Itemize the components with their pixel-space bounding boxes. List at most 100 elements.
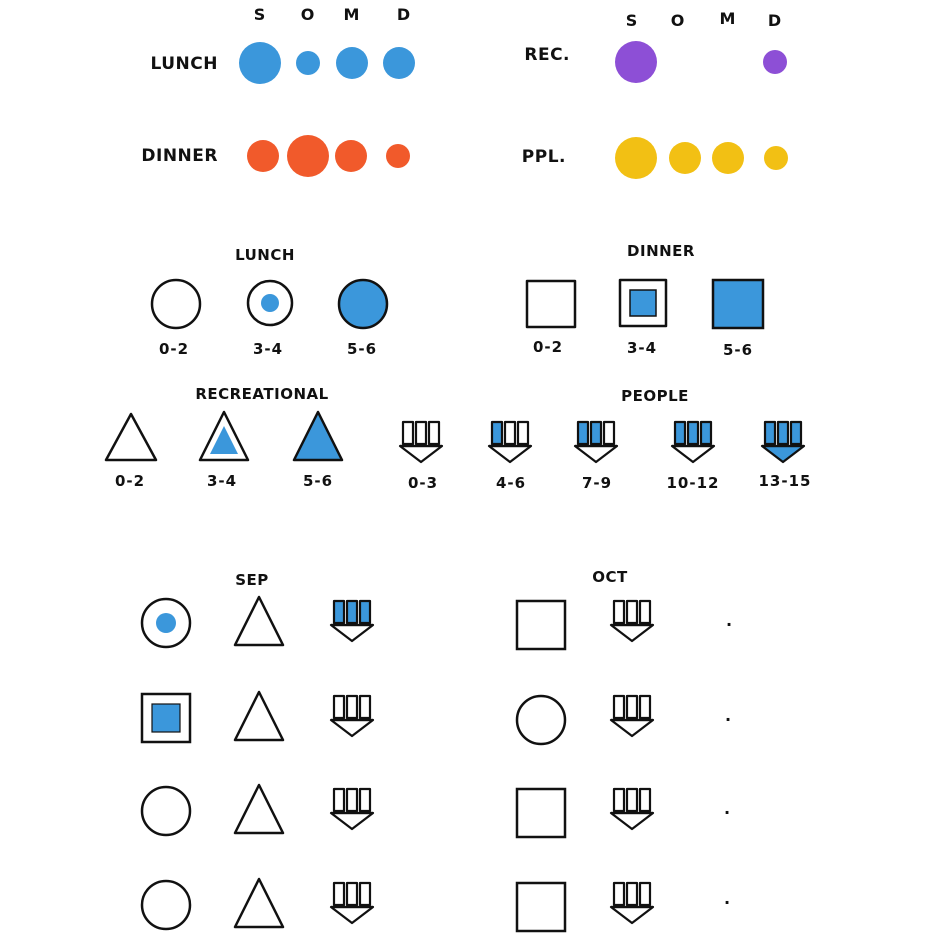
- people-triangle: [329, 718, 375, 738]
- col-header-s: S: [626, 11, 639, 30]
- people-bar: [345, 881, 359, 907]
- people-bar: [612, 694, 626, 720]
- summary-dot-dinner-1: [247, 140, 279, 172]
- legend-dinner-title: DINNER: [627, 242, 695, 260]
- people-bar: [589, 420, 603, 446]
- oct-people-icon-3: [609, 787, 655, 831]
- summary-dot-lunch-2: [296, 51, 320, 75]
- people-range-7-9: 7-9: [582, 474, 612, 492]
- people-bar: [332, 694, 346, 720]
- rec-range-0-2: 0-2: [115, 472, 145, 490]
- people-bar: [763, 420, 777, 446]
- legend-lunch: LUNCH 0-2 3-4 5-6: [150, 246, 389, 358]
- people-triangle: [329, 905, 375, 925]
- people-triangle: [329, 623, 375, 643]
- people-triangle: [398, 444, 444, 464]
- oct-row-dot: .: [724, 889, 730, 908]
- oct-grid: [515, 599, 655, 933]
- legend-recreational-title: RECREATIONAL: [195, 385, 328, 403]
- lunch-range-5-6: 5-6: [347, 340, 377, 358]
- sep-meal-circle-4: [140, 879, 192, 931]
- people-legend-icon-4: [670, 420, 716, 464]
- sep-people-icon-1: [329, 599, 375, 643]
- people-bar: [625, 881, 639, 907]
- legend-diagram: S O M D S O M D LUNCH DINNER REC. PPL. L…: [104, 5, 810, 933]
- people-legend-icon-1: [398, 420, 444, 464]
- oct-meal-square-4: [515, 881, 567, 933]
- people-bar: [612, 599, 626, 625]
- oct-meal-square-1: [515, 599, 567, 651]
- summary-row-label-ppl: PPL.: [522, 147, 566, 167]
- summary-dot-lunch-1: [239, 42, 281, 84]
- dinner-mid-fill: [629, 289, 657, 317]
- rec-range-5-6: 5-6: [303, 472, 333, 490]
- people-bar: [358, 694, 372, 720]
- people-triangle: [329, 811, 375, 831]
- people-bar: [686, 420, 700, 446]
- sep-rec-triangle-4: [233, 877, 285, 929]
- summary-dot-ppl-4: [764, 146, 788, 170]
- col-header-m: M: [720, 9, 737, 28]
- people-legend-icon-3: [573, 420, 619, 464]
- people-bar: [625, 694, 639, 720]
- people-triangle: [609, 905, 655, 925]
- lunch-low-circle: [150, 278, 202, 330]
- legend-recreational: RECREATIONAL 0-2 3-4 5-6: [104, 385, 344, 490]
- oct-row-dot: .: [725, 706, 731, 725]
- sep-people-icon-3: [329, 787, 375, 831]
- summary-row-label-lunch: LUNCH: [151, 54, 218, 74]
- summary-dots: [239, 41, 788, 179]
- sep-meal-square-2-fill: [151, 703, 181, 733]
- people-bar: [516, 420, 530, 446]
- sep-meal-circle-3: [140, 785, 192, 837]
- oct-people-icon-1: [609, 599, 655, 643]
- people-triangle: [573, 444, 619, 464]
- people-bar: [576, 420, 590, 446]
- lunch-range-0-2: 0-2: [159, 340, 189, 358]
- summary-dot-ppl-1: [615, 137, 657, 179]
- sep-grid: [140, 595, 375, 931]
- dinner-range-5-6: 5-6: [723, 341, 753, 359]
- people-bar: [638, 694, 652, 720]
- oct-people-icon-2: [609, 694, 655, 738]
- month-title-sep: SEP: [235, 571, 269, 589]
- people-bar: [638, 599, 652, 625]
- dinner-range-3-4: 3-4: [627, 339, 657, 357]
- people-bar: [625, 787, 639, 813]
- people-triangle: [670, 444, 716, 464]
- col-header-o: O: [301, 5, 316, 24]
- people-bar: [332, 599, 346, 625]
- dinner-high-square: [711, 278, 765, 330]
- summary-dot-dinner-2: [287, 135, 329, 177]
- sep-rec-triangle-1: [233, 595, 285, 647]
- rec-high-triangle: [292, 410, 344, 462]
- people-range-10-12: 10-12: [667, 474, 720, 492]
- summary-left-headers: S O M D: [254, 5, 410, 24]
- people-range-4-6: 4-6: [496, 474, 526, 492]
- lunch-mid-fill: [261, 294, 279, 312]
- rec-range-3-4: 3-4: [207, 472, 237, 490]
- lunch-high-circle: [337, 278, 389, 330]
- summary-right-headers: S O M D: [626, 9, 782, 30]
- people-bar: [638, 787, 652, 813]
- people-triangle: [760, 444, 806, 464]
- people-legend-icon-5: [760, 420, 806, 464]
- col-header-d: D: [768, 11, 782, 30]
- summary-dot-lunch-4: [383, 47, 415, 79]
- people-bar: [414, 420, 428, 446]
- sep-people-icon-2: [329, 694, 375, 738]
- dinner-low-square: [525, 279, 577, 329]
- legend-dinner: DINNER 0-2 3-4 5-6: [525, 242, 765, 359]
- oct-people-icon-4: [609, 881, 655, 925]
- people-bar: [427, 420, 441, 446]
- sep-people-icon-4: [329, 881, 375, 925]
- summary-dot-dinner-4: [386, 144, 410, 168]
- summary-dot-ppl-2: [669, 142, 701, 174]
- month-title-oct: OCT: [592, 568, 628, 586]
- people-bar: [332, 787, 346, 813]
- oct-row-dot: .: [726, 611, 732, 630]
- summary-row-label-dinner: DINNER: [141, 146, 218, 166]
- people-bar: [401, 420, 415, 446]
- people-bar: [612, 881, 626, 907]
- summary-dot-lunch-3: [336, 47, 368, 79]
